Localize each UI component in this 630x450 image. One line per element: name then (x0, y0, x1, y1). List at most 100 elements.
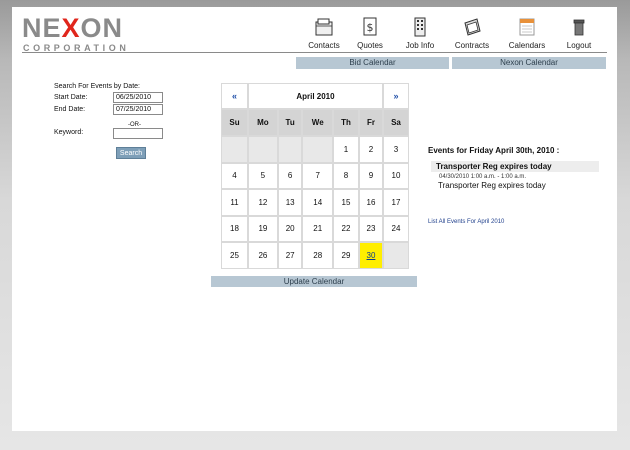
weekday-header: Th (333, 109, 359, 136)
weekday-header: We (302, 109, 333, 136)
month-title-cell: April 2010 (247, 83, 383, 109)
start-date-input[interactable] (113, 92, 163, 103)
calendar-day[interactable]: 29 (333, 242, 359, 269)
weekday-header-row: Su Mo Tu We Th Fr Sa (221, 109, 409, 136)
event-header[interactable]: Transporter Reg expires today (431, 161, 599, 172)
calendar-day[interactable]: 11 (221, 189, 248, 216)
calendar-day[interactable]: 27 (277, 242, 303, 269)
calendar-week-row: 18 19 20 21 22 23 24 (221, 215, 409, 242)
header-divider (22, 52, 607, 53)
nav-logout[interactable]: Logout (554, 16, 604, 52)
calendar-week-row: 4 5 6 7 8 9 10 (221, 162, 409, 189)
nav-quotes[interactable]: $ Quotes (345, 16, 395, 52)
calendar-empty-cell (382, 242, 409, 269)
top-navigation: Contacts $ Quotes Job Info Contracts Cal… (299, 16, 609, 52)
tab-bid-calendar[interactable]: Bid Calendar (296, 57, 449, 69)
calendar-day[interactable]: 4 (221, 162, 248, 189)
logo-text-x: X (61, 13, 81, 43)
folder-icon (315, 18, 333, 36)
nav-contracts[interactable]: Contracts (447, 16, 497, 52)
prev-month-arrow[interactable]: « (232, 91, 237, 101)
weekday-header: Su (221, 109, 248, 136)
weekday-header: Fr (358, 109, 383, 136)
calendar-day[interactable]: 23 (358, 215, 383, 242)
end-date-input[interactable] (113, 104, 163, 115)
weekday-header: Mo (247, 109, 278, 136)
next-month-cell: » (382, 83, 409, 109)
calendar-grid: « April 2010 » Su Mo Tu We Th Fr Sa 1 2 (221, 83, 409, 269)
calendar-icon (519, 18, 535, 36)
calendar-day[interactable]: 17 (382, 189, 409, 216)
selected-day-link[interactable]: 30 (367, 251, 376, 260)
calendar-day[interactable]: 3 (382, 136, 409, 163)
calendar-week-row: 11 12 13 14 15 16 17 (221, 189, 409, 216)
nav-quotes-label: Quotes (357, 41, 383, 50)
search-heading: Search For Events by Date: (54, 83, 140, 90)
keyword-label: Keyword: (54, 129, 84, 136)
keyword-input[interactable] (113, 128, 163, 139)
calendar-week-row: 1 2 3 (221, 136, 409, 163)
logo-wordmark: NEXON (22, 14, 123, 42)
calendar-day[interactable]: 15 (333, 189, 359, 216)
logo-text-on: ON (80, 13, 124, 43)
nav-calendars[interactable]: Calendars (502, 16, 552, 52)
end-date-label: End Date: (54, 106, 86, 113)
tab-nexon-calendar[interactable]: Nexon Calendar (452, 57, 606, 69)
calendar-day[interactable]: 16 (358, 189, 383, 216)
calendar-day[interactable]: 20 (277, 215, 303, 242)
calendar-day[interactable]: 24 (382, 215, 409, 242)
calendar-day[interactable]: 5 (247, 162, 278, 189)
next-month-arrow[interactable]: » (393, 91, 398, 101)
nav-calendars-label: Calendars (508, 41, 546, 50)
nav-job-info-label: Job Info (405, 41, 435, 50)
calendar-tabs: Bid Calendar Nexon Calendar (296, 57, 606, 69)
calendar-day[interactable]: 14 (302, 189, 333, 216)
search-form: Search For Events by Date: Start Date: E… (54, 83, 184, 163)
weekday-header: Tu (277, 109, 303, 136)
event-item: Transporter Reg expires today 04/30/2010… (431, 161, 599, 193)
nav-contacts-label: Contacts (308, 41, 340, 50)
nav-contracts-label: Contracts (454, 41, 490, 50)
calendar-day[interactable]: 19 (247, 215, 278, 242)
building-icon (414, 17, 426, 37)
calendar-day[interactable]: 12 (247, 189, 278, 216)
calendar-day[interactable]: 28 (302, 242, 333, 269)
calendar-day[interactable]: 7 (302, 162, 333, 189)
calendar-empty-cell (277, 136, 303, 163)
folder-stack-icon (464, 18, 481, 36)
calendar-empty-cell (302, 136, 333, 163)
calendar-day[interactable]: 1 (333, 136, 359, 163)
calendar-day[interactable]: 25 (221, 242, 248, 269)
weekday-header: Sa (382, 109, 409, 136)
page-container: NEXON CORPORATION Contacts $ Quotes Job … (12, 7, 617, 431)
month-title: April 2010 (296, 91, 335, 101)
dollar-document-icon: $ (363, 17, 377, 36)
logo-text-ne: NE (22, 13, 62, 43)
calendar-day[interactable]: 13 (277, 189, 303, 216)
calendar-day[interactable]: 2 (358, 136, 383, 163)
search-button[interactable]: Search (116, 147, 146, 159)
nav-job-info[interactable]: Job Info (395, 16, 445, 52)
calendar-day-selected[interactable]: 30 (358, 242, 383, 269)
month-calendar: « April 2010 » Su Mo Tu We Th Fr Sa 1 2 (221, 83, 409, 273)
events-title: Events for Friday April 30th, 2010 : (428, 146, 560, 155)
list-all-events-link[interactable]: List All Events For April 2010 (428, 219, 504, 225)
calendar-day[interactable]: 10 (382, 162, 409, 189)
calendar-day[interactable]: 8 (333, 162, 359, 189)
calendar-day[interactable]: 22 (333, 215, 359, 242)
calendar-day[interactable]: 18 (221, 215, 248, 242)
calendar-week-row: 25 26 27 28 29 30 (221, 242, 409, 269)
trash-can-icon (573, 19, 585, 36)
update-calendar-button[interactable]: Update Calendar (211, 276, 417, 287)
calendar-empty-cell (221, 136, 248, 163)
prev-month-cell: « (221, 83, 248, 109)
calendar-day[interactable]: 9 (358, 162, 383, 189)
nav-logout-label: Logout (566, 41, 592, 50)
calendar-header-row: « April 2010 » (221, 83, 409, 109)
calendar-day[interactable]: 26 (247, 242, 278, 269)
event-time: 04/30/2010 1:00 a.m. - 1:00 a.m. (439, 174, 527, 180)
calendar-day[interactable]: 6 (277, 162, 303, 189)
nav-contacts[interactable]: Contacts (299, 16, 349, 52)
calendar-day[interactable]: 21 (302, 215, 333, 242)
event-description: Transporter Reg expires today (438, 181, 546, 190)
